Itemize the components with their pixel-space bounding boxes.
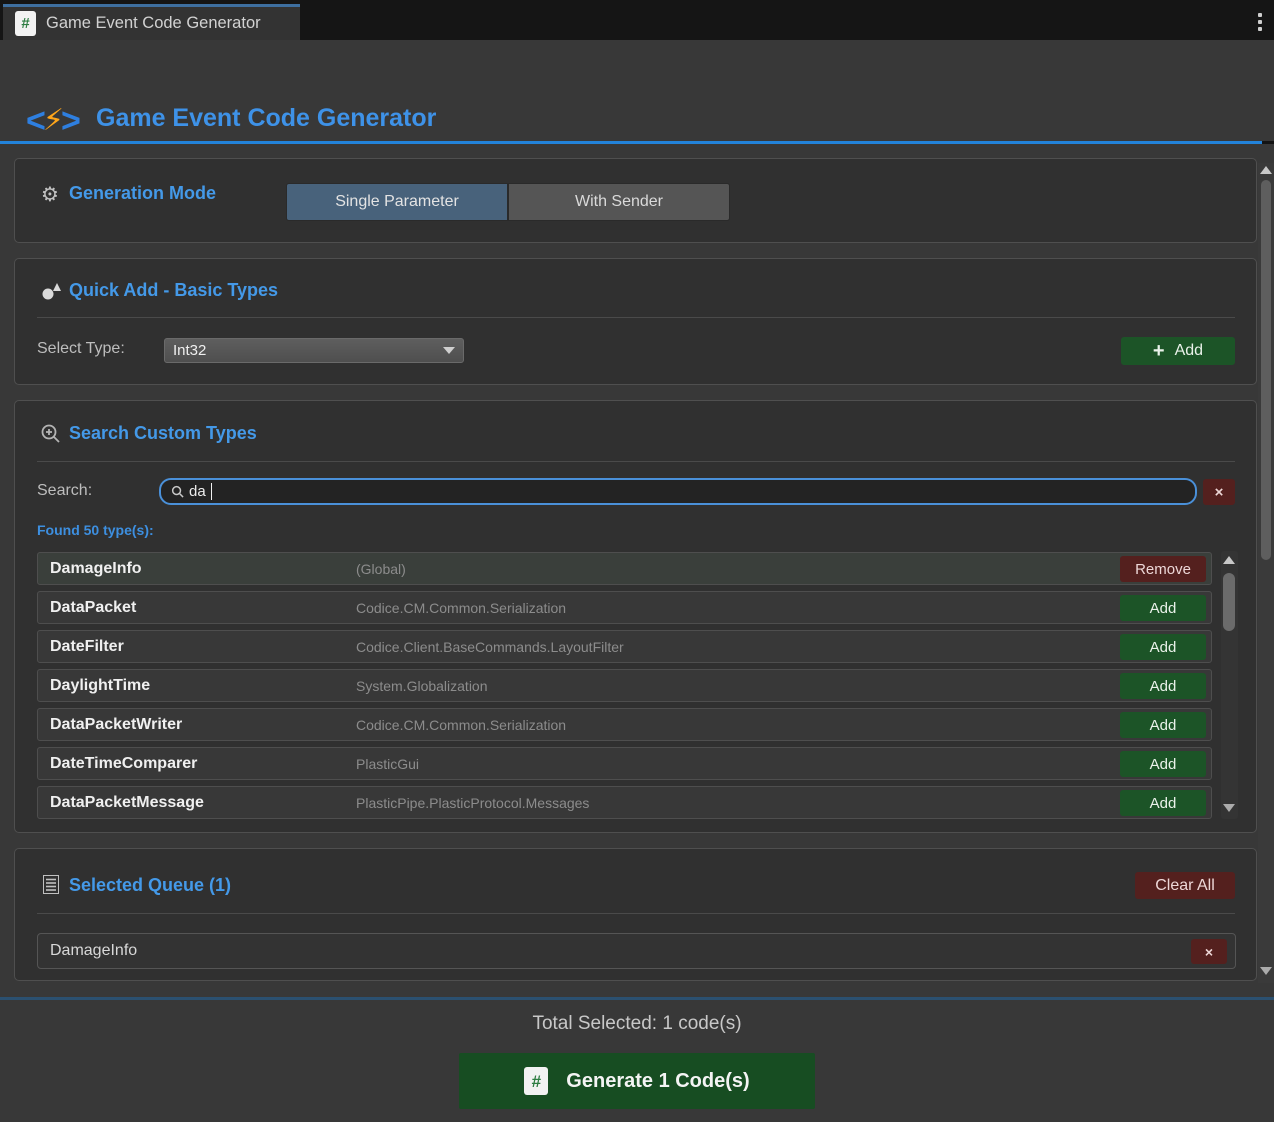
search-section: Search Custom Types Search: da × Found 5…: [14, 400, 1257, 833]
text-caret: [211, 483, 213, 500]
add-type-button[interactable]: Add: [1120, 751, 1206, 777]
add-type-button[interactable]: Add: [1120, 673, 1206, 699]
code-lightning-icon: < ⚡ >: [26, 104, 81, 138]
selected-queue-title: Selected Queue (1): [69, 875, 231, 896]
quick-add-button[interactable]: + Add: [1121, 337, 1235, 365]
generate-button[interactable]: # Generate 1 Code(s): [459, 1053, 815, 1109]
select-type-label: Select Type:: [37, 340, 125, 358]
results-scrollbar-thumb[interactable]: [1223, 573, 1235, 631]
csharp-script-icon: #: [15, 11, 36, 36]
window-header: < ⚡ > Game Event Code Generator Generate…: [0, 40, 1274, 141]
generation-mode-toggle: Single ParameterWith Sender: [286, 183, 730, 221]
selected-queue-list: DamageInfo ×: [37, 933, 1236, 969]
search-input-value: da: [189, 483, 206, 500]
type-name: DataPacket: [50, 599, 136, 617]
footer: Total Selected: 1 code(s) # Generate 1 C…: [0, 997, 1274, 1122]
search-icon: [171, 485, 184, 498]
chevron-down-icon: [443, 347, 455, 354]
add-type-button[interactable]: Add: [1120, 712, 1206, 738]
main-scrollbar[interactable]: [1258, 163, 1274, 983]
mode-option-with-sender[interactable]: With Sender: [508, 183, 730, 221]
section-divider: [37, 317, 1235, 318]
kebab-menu-icon[interactable]: [1258, 13, 1262, 31]
found-count-label: Found 50 type(s):: [37, 522, 154, 538]
type-dropdown[interactable]: Int32: [164, 338, 464, 363]
remove-type-button[interactable]: Remove: [1120, 556, 1206, 582]
type-namespace: PlasticGui: [356, 756, 419, 772]
search-clear-button[interactable]: ×: [1203, 479, 1235, 505]
total-selected-label: Total Selected: 1 code(s): [0, 1013, 1274, 1035]
clear-all-button[interactable]: Clear All: [1135, 872, 1235, 899]
type-namespace: (Global): [356, 561, 406, 577]
type-result-row: DateFilter Codice.Client.BaseCommands.Lay…: [37, 630, 1212, 663]
gear-icon: ⚙: [41, 185, 59, 205]
results-scrollbar[interactable]: [1221, 551, 1238, 819]
main-scrollbar-thumb[interactable]: [1261, 180, 1271, 560]
add-type-button[interactable]: Add: [1120, 634, 1206, 660]
type-name: DataPacketMessage: [50, 794, 204, 812]
type-namespace: Codice.CM.Common.Serialization: [356, 600, 566, 616]
type-result-row: DataPacketWriter Codice.CM.Common.Seriali…: [37, 708, 1212, 741]
list-lines-icon: [43, 875, 59, 894]
scroll-down-icon[interactable]: [1223, 804, 1235, 812]
section-divider: [37, 913, 1235, 914]
type-result-row: DateTimeComparer PlasticGui Add: [37, 747, 1212, 780]
quick-add-button-label: Add: [1175, 342, 1203, 360]
quick-add-title: Quick Add - Basic Types: [69, 280, 278, 301]
queue-item-row: DamageInfo ×: [37, 933, 1236, 969]
generate-button-label: Generate 1 Code(s): [566, 1070, 749, 1093]
add-type-button[interactable]: Add: [1120, 595, 1206, 621]
type-namespace: System.Globalization: [356, 678, 488, 694]
type-dropdown-value: Int32: [173, 342, 443, 359]
mode-option-single-parameter[interactable]: Single Parameter: [286, 183, 508, 221]
type-namespace: Codice.CM.Common.Serialization: [356, 717, 566, 733]
scroll-down-icon[interactable]: [1260, 967, 1272, 975]
plus-icon: +: [1153, 341, 1165, 361]
zoom-in-icon: [40, 423, 62, 445]
generation-mode-section: ⚙ Generation Mode Single ParameterWith S…: [14, 158, 1257, 243]
type-result-row: DaylightTime System.Globalization Add: [37, 669, 1212, 702]
add-type-button[interactable]: Add: [1120, 790, 1206, 816]
tab-bar: # Game Event Code Generator: [0, 0, 1274, 40]
scroll-up-icon[interactable]: [1223, 556, 1235, 564]
type-name: DateFilter: [50, 638, 124, 656]
shapes-icon: [41, 281, 61, 301]
type-name: DamageInfo: [50, 560, 142, 578]
tab-title: Game Event Code Generator: [46, 14, 261, 33]
remove-queue-item-button[interactable]: ×: [1191, 939, 1227, 964]
selected-queue-section: Selected Queue (1) Clear All DamageInfo ×: [14, 848, 1257, 981]
search-section-title: Search Custom Types: [69, 423, 257, 444]
page-title: Game Event Code Generator: [96, 104, 436, 133]
window-tab[interactable]: # Game Event Code Generator: [3, 4, 300, 40]
search-results-list: DamageInfo (Global) Remove DataPacket Codice…: [37, 552, 1212, 825]
search-label: Search:: [37, 482, 92, 500]
type-name: DateTimeComparer: [50, 755, 197, 773]
type-result-row: DamageInfo (Global) Remove: [37, 552, 1212, 585]
type-namespace: Codice.Client.BaseCommands.LayoutFilter: [356, 639, 624, 655]
type-result-row: DataPacket Codice.CM.Common.Serialization…: [37, 591, 1212, 624]
section-divider: [37, 461, 1235, 462]
quick-add-section: Quick Add - Basic Types Select Type: Int…: [14, 258, 1257, 385]
queue-item-name: DamageInfo: [50, 942, 137, 960]
type-namespace: PlasticPipe.PlasticProtocol.Messages: [356, 795, 589, 811]
scroll-up-icon[interactable]: [1260, 166, 1272, 174]
type-result-row: DataPacketMessage PlasticPipe.PlasticProt…: [37, 786, 1212, 819]
csharp-script-icon: #: [524, 1067, 548, 1095]
type-name: DataPacketWriter: [50, 716, 182, 734]
type-name: DaylightTime: [50, 677, 150, 695]
search-input[interactable]: da: [159, 478, 1197, 505]
generation-mode-title: Generation Mode: [69, 183, 216, 204]
